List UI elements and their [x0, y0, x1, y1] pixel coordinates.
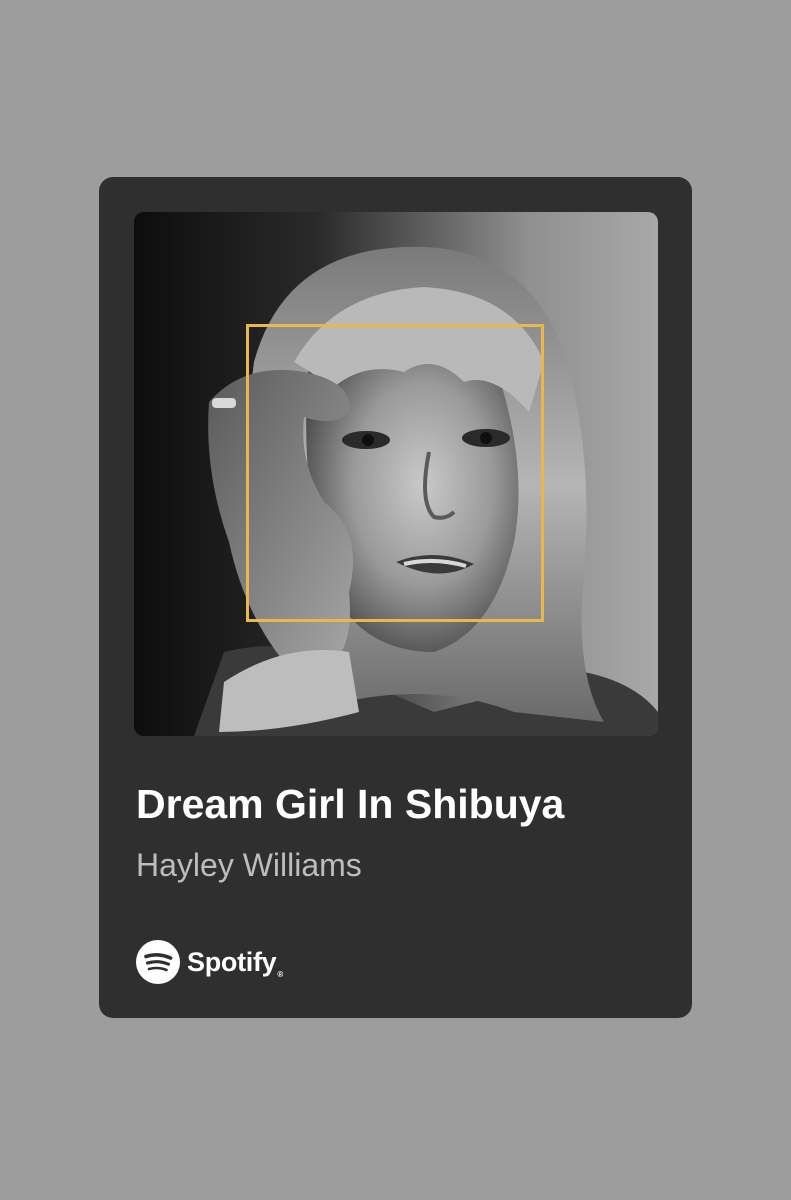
album-cover-image [134, 212, 658, 736]
spotify-brand[interactable]: Spotify® [136, 939, 283, 985]
brand-name-text: Spotify [187, 947, 277, 977]
album-cover[interactable] [134, 212, 658, 736]
registered-mark: ® [277, 970, 284, 979]
share-card[interactable]: Dream Girl In Shibuya Hayley Williams Sp… [99, 177, 692, 1018]
spotify-wordmark: Spotify® [187, 939, 283, 985]
artist-name[interactable]: Hayley Williams [136, 845, 362, 885]
track-title[interactable]: Dream Girl In Shibuya [136, 779, 676, 829]
spotify-logo-icon [136, 940, 180, 984]
